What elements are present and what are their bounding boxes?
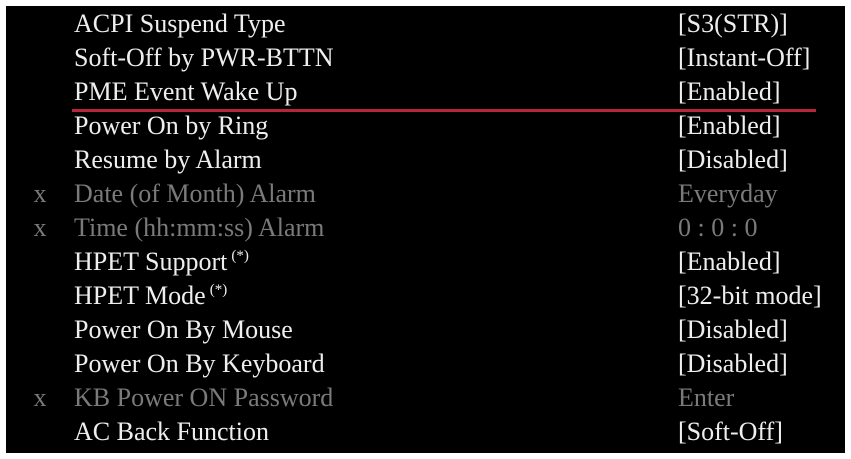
setting-label: Time (hh:mm:ss) Alarm [74, 213, 325, 242]
setting-label-text: HPET Support [74, 247, 228, 276]
disabled-marker: x [33, 213, 47, 242]
setting-value[interactable]: [Enabled] [678, 76, 781, 108]
setting-label: Power On by Ring [74, 111, 269, 140]
bios-setting-date-alarm: x Date (of Month) Alarm Everyday [6, 178, 845, 210]
setting-label: AC Back Function [74, 417, 269, 446]
footnote-marker: (*) [209, 282, 228, 299]
setting-label: HPET Mode (*) [74, 280, 227, 312]
setting-value[interactable]: [S3(STR)] [678, 8, 788, 40]
setting-value[interactable]: [Enabled] [678, 110, 781, 142]
setting-value[interactable]: [Disabled] [678, 144, 788, 176]
setting-label: ACPI Suspend Type [74, 9, 286, 38]
bios-setting-time-alarm: x Time (hh:mm:ss) Alarm 0 : 0 : 0 [6, 212, 845, 244]
setting-label: Power On By Keyboard [74, 349, 325, 378]
bios-setting-hpet-mode[interactable]: HPET Mode (*) [32-bit mode] [6, 280, 845, 312]
setting-label: Power On By Mouse [74, 315, 293, 344]
bios-setting-soft-off-by-pwr-bttn[interactable]: Soft-Off by PWR-BTTN [Instant-Off] [6, 42, 845, 74]
setting-value: 0 : 0 : 0 [678, 213, 758, 242]
setting-value[interactable]: [Enabled] [678, 246, 781, 278]
setting-value[interactable]: [32-bit mode] [678, 280, 822, 312]
disabled-marker: x [33, 383, 47, 412]
setting-label: KB Power ON Password [74, 383, 334, 412]
setting-value[interactable]: [Disabled] [678, 314, 788, 346]
setting-label: Soft-Off by PWR-BTTN [74, 43, 334, 72]
setting-label-text: HPET Mode [74, 281, 206, 310]
bios-setting-power-on-by-ring[interactable]: Power On by Ring [Enabled] [6, 110, 845, 142]
setting-value[interactable]: [Disabled] [678, 348, 788, 380]
bios-setting-ac-back-function[interactable]: AC Back Function [Soft-Off] [6, 416, 845, 448]
bios-setting-acpi-suspend-type[interactable]: ACPI Suspend Type [S3(STR)] [6, 8, 845, 40]
footnote-marker: (*) [231, 248, 249, 265]
bios-power-management-screen: ACPI Suspend Type [S3(STR)] Soft-Off by … [6, 6, 845, 453]
setting-label: Date (of Month) Alarm [74, 179, 316, 208]
setting-value: Enter [678, 383, 735, 412]
bios-setting-power-on-by-keyboard[interactable]: Power On By Keyboard [Disabled] [6, 348, 845, 380]
disabled-marker: x [33, 179, 47, 208]
setting-label: PME Event Wake Up [74, 77, 298, 106]
setting-value[interactable]: [Soft-Off] [678, 416, 783, 448]
bios-setting-power-on-by-mouse[interactable]: Power On By Mouse [Disabled] [6, 314, 845, 346]
bios-setting-hpet-support[interactable]: HPET Support (*) [Enabled] [6, 246, 845, 278]
setting-value: Everyday [678, 179, 778, 208]
setting-label: Resume by Alarm [74, 145, 262, 174]
setting-label: HPET Support (*) [74, 246, 249, 278]
bios-setting-pme-event-wake-up[interactable]: PME Event Wake Up [Enabled] [6, 76, 845, 108]
setting-value[interactable]: [Instant-Off] [678, 42, 810, 74]
bios-setting-resume-by-alarm[interactable]: Resume by Alarm [Disabled] [6, 144, 845, 176]
bios-setting-kb-power-on-password: x KB Power ON Password Enter [6, 382, 845, 414]
